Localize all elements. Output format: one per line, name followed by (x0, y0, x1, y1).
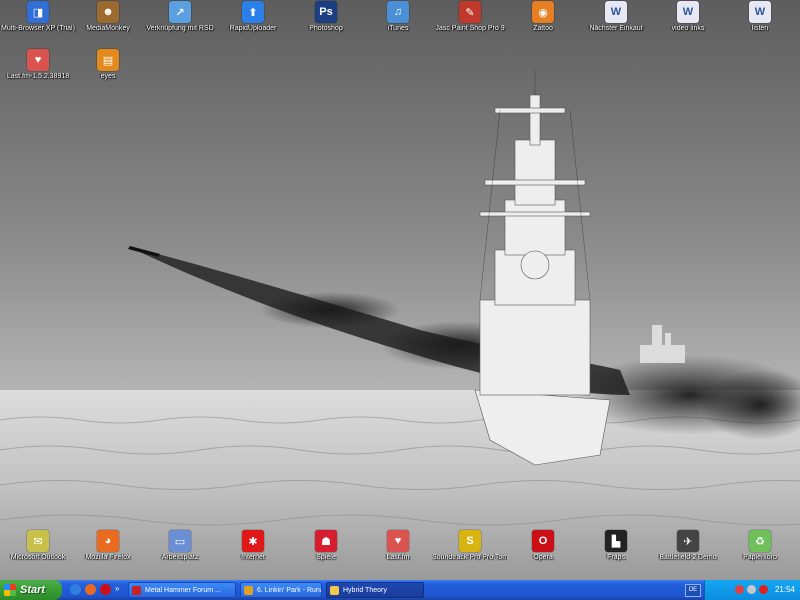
desktop-shortcut[interactable]: ♻ Papierkorb (722, 530, 798, 562)
word-document-icon: W (677, 1, 699, 23)
fraps-icon: ▙ (605, 530, 627, 552)
clock: 21:54 (774, 585, 795, 594)
desktop-shortcut-label: Soundtrack Pro Pro Tomorrow Super Pack (432, 554, 508, 561)
desktop-shortcut-label: Multi-Browser XP (Trial) (1, 25, 75, 32)
taskbar: Start » Metal Hammer Forum ... 6. Linkin'… (0, 580, 800, 600)
start-button[interactable]: Start (0, 580, 62, 600)
desktop-shortcut[interactable]: ✎ Jasc Paint Shop Pro 9 (432, 1, 508, 33)
firefox-icon: ◕ (97, 530, 119, 552)
desktop-shortcut-label: Last.fm-1.5.2.38918 (6, 73, 70, 80)
desktop-shortcut-label: Battlefield 2 Demo (659, 554, 717, 561)
language-indicator[interactable]: DE (685, 584, 701, 597)
opera-icon: O (532, 530, 554, 552)
desktop-shortcut-label: video links (671, 25, 705, 32)
itunes-icon: ♫ (387, 1, 409, 23)
tray-app-icon[interactable] (735, 585, 744, 594)
system-tray: DE 21:54 (685, 580, 800, 600)
desktop-shortcut[interactable]: ♥ Last.fm (360, 530, 436, 562)
tray-volume-icon[interactable] (747, 585, 756, 594)
taskbar-task-button[interactable]: 6. Linkin' Park - Runa... (240, 582, 322, 598)
desktop-shortcut-label: Verknüpfung mit RSD (146, 25, 214, 32)
battlefield-icon: ✈ (677, 530, 699, 552)
desktop-shortcut[interactable]: Ps Photoshop (288, 1, 364, 33)
desktop-shortcut-label: Spiele (316, 554, 336, 561)
desktop-shortcut-label: Fraps (607, 554, 625, 561)
desktop-shortcut[interactable]: Wvideo links (650, 1, 726, 33)
tray-security-icon[interactable] (759, 585, 768, 594)
desktop-shortcut-label: Last.fm (386, 554, 410, 561)
desktop-shortcut[interactable]: ▤ eyes (70, 49, 146, 81)
taskbar-task-label: Hybrid Theory (343, 587, 387, 594)
desktop-shortcut-label: MediaMonkey (86, 25, 130, 32)
desktop-shortcut-label: RapidUploader (229, 25, 277, 32)
desktop-shortcut[interactable]: ↗ Verknüpfung mit RSD (142, 1, 218, 33)
recycle-bin-icon: ♻ (749, 530, 771, 552)
desktop-shortcut[interactable]: Wlisten (722, 1, 798, 33)
desktop-shortcut[interactable]: S Soundtrack Pro Pro Tomorrow Super Pack (432, 530, 508, 562)
word-document-icon: W (605, 1, 627, 23)
photoshop-icon: Ps (315, 1, 337, 23)
lastfm-installer-icon: ♥ (27, 49, 49, 71)
desktop-shortcut-label: Nächster Einkauf (589, 25, 643, 32)
browser-icon (132, 586, 141, 595)
internet-icon: ✱ (242, 530, 264, 552)
word-document-icon: W (749, 1, 771, 23)
show-desktop-icon[interactable] (70, 584, 81, 595)
quicklaunch-overflow-icon[interactable]: » (115, 584, 119, 593)
multi-browser-icon: ◨ (27, 1, 49, 23)
eyes-file-icon: ▤ (97, 49, 119, 71)
desktop-shortcut-label: eyes (100, 73, 116, 80)
mediamonkey-icon: ☻ (97, 1, 119, 23)
desktop-shortcut[interactable]: W Nächster Einkauf (578, 1, 654, 33)
desktop-wallpaper (0, 0, 800, 580)
desktop-shortcut[interactable]: ♥ Last.fm-1.5.2.38918 (0, 49, 76, 81)
games-icon: ☗ (315, 530, 337, 552)
paint-shop-pro-icon: ✎ (459, 1, 481, 23)
desktop-shortcut-label: Arbeitsplatz (161, 554, 199, 561)
desktop-shortcut[interactable]: ◕ Mozilla Firefox (70, 530, 146, 562)
desktop-shortcut-label: Papierkorb (743, 554, 777, 561)
desktop-shortcut[interactable]: ☻ MediaMonkey (70, 1, 146, 33)
my-computer-icon: ▭ (169, 530, 191, 552)
desktop-shortcut-label: Mozilla Firefox (85, 554, 131, 561)
taskbar-task-label: Metal Hammer Forum ... (145, 587, 221, 594)
desktop-shortcut-label: Microsoft Outlook (10, 554, 66, 561)
media-player-icon (244, 586, 253, 595)
windows-logo-icon (4, 584, 16, 596)
desktop-shortcut[interactable]: ☗ Spiele (288, 530, 364, 562)
desktop-shortcut[interactable]: ✉ Microsoft Outlook (0, 530, 76, 562)
desktop-shortcut-label: Photoshop (309, 25, 343, 32)
start-label: Start (20, 584, 46, 596)
desktop-shortcut[interactable]: ◨ Multi-Browser XP (Trial) (0, 1, 76, 33)
desktop-shortcut-label: Opera (533, 554, 553, 561)
rapiduploader-icon: ⬆ (242, 1, 264, 23)
wallpaper-image (0, 0, 800, 580)
desktop-shortcut[interactable]: ✱ Internet (215, 530, 291, 562)
taskbar-task-button[interactable]: Metal Hammer Forum ... (128, 582, 236, 598)
opera-quicklaunch-icon[interactable] (100, 584, 111, 595)
taskbar-task-label: 6. Linkin' Park - Runa... (257, 587, 321, 594)
desktop-shortcut[interactable]: ▭ Arbeitsplatz (142, 530, 218, 562)
desktop-shortcut[interactable]: ▙ Fraps (578, 530, 654, 562)
desktop-shortcut[interactable]: ✈ Battlefield 2 Demo (650, 530, 726, 562)
desktop-shortcut[interactable]: ♫ iTunes (360, 1, 436, 33)
desktop-shortcut-label: Jasc Paint Shop Pro 9 (435, 25, 505, 32)
desktop-shortcut-label: Zattoo (533, 25, 553, 32)
desktop-shortcut-label: Internet (241, 554, 265, 561)
desktop-shortcut-label: iTunes (387, 25, 409, 32)
outlook-icon: ✉ (27, 530, 49, 552)
zattoo-icon: ◉ (532, 1, 554, 23)
folder-icon (330, 586, 339, 595)
soundtrack-icon: S (459, 530, 481, 552)
rsd-shortcut-icon: ↗ (169, 1, 191, 23)
desktop-shortcut[interactable]: ◉ Zattoo (505, 1, 581, 33)
taskbar-task-button[interactable]: Hybrid Theory (326, 582, 424, 598)
firefox-quicklaunch-icon[interactable] (85, 584, 96, 595)
lastfm-icon: ♥ (387, 530, 409, 552)
desktop-shortcut[interactable]: O Opera (505, 530, 581, 562)
desktop-shortcut[interactable]: ⬆ RapidUploader (215, 1, 291, 33)
desktop-shortcut-label: listen (751, 25, 769, 32)
